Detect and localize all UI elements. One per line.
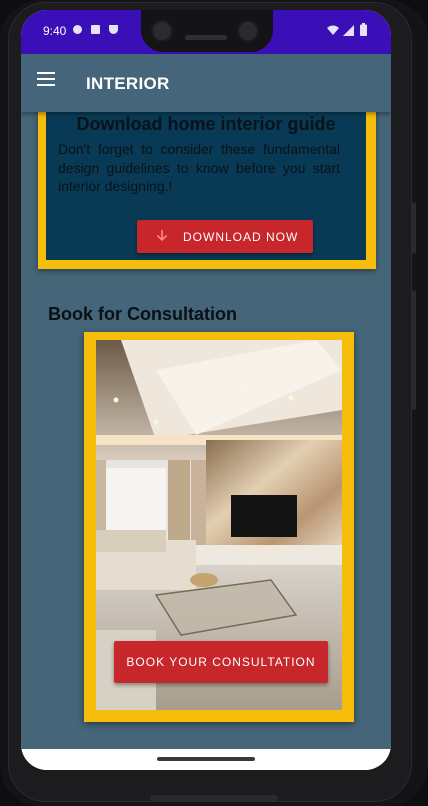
battery-icon (360, 23, 367, 36)
shield-icon (109, 25, 118, 34)
phone-frame: 9:40 INTERIOR Download home interior gui… (0, 0, 428, 806)
guide-card-body: Download home interior guide Don't forge… (46, 112, 366, 260)
earpiece-speaker (185, 35, 227, 40)
download-button-label: DOWNLOAD NOW (183, 230, 299, 244)
hamburger-menu-icon[interactable] (37, 72, 55, 86)
app-title: INTERIOR (86, 74, 170, 93)
guide-title: Download home interior guide (76, 114, 336, 134)
front-camera-left (151, 20, 173, 42)
section-title: Book for Consultation (48, 304, 237, 324)
sim-card-icon (91, 25, 100, 34)
home-handle[interactable] (157, 757, 255, 761)
device-screen: 9:40 INTERIOR Download home interior gui… (21, 10, 391, 770)
camera-notch (141, 10, 273, 52)
status-time: 9:40 (43, 24, 67, 38)
power-button (412, 202, 416, 254)
guide-description: Don't forget to consider these fundament… (58, 141, 340, 194)
scroll-content[interactable]: Download home interior guide Don't forge… (21, 112, 391, 749)
guide-card: Download home interior guide Don't forge… (38, 112, 376, 269)
cellular-icon (343, 25, 354, 36)
front-camera-right (237, 20, 259, 42)
download-arrow-icon (156, 230, 168, 242)
book-consultation-button[interactable]: BOOK YOUR CONSULTATION (114, 641, 328, 683)
consultation-card: BOOK YOUR CONSULTATION (84, 332, 354, 722)
do-not-disturb-icon (73, 25, 82, 34)
download-now-button[interactable]: DOWNLOAD NOW (137, 220, 313, 253)
wifi-icon (327, 25, 339, 35)
gesture-nav-bar (21, 749, 391, 770)
bottom-speaker (150, 795, 278, 801)
volume-button (412, 290, 416, 410)
app-bar: INTERIOR (21, 54, 391, 112)
